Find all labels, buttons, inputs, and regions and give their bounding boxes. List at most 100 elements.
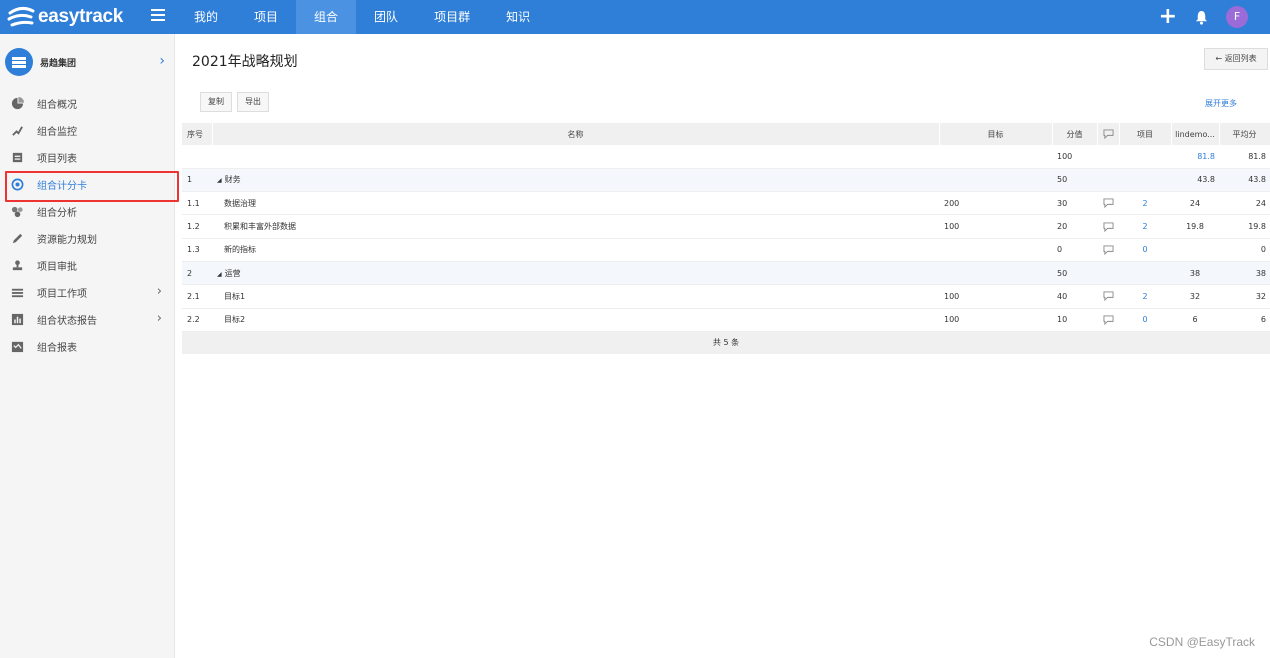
sidebar-item-portfolio-overview[interactable]: 组合概况 <box>0 90 174 117</box>
row-name: 目标1 <box>212 284 939 309</box>
col-header-target[interactable]: 目标 <box>939 123 1053 145</box>
org-switcher[interactable]: 易趋集团 › <box>0 34 174 90</box>
row-no: 2.2 <box>182 308 212 332</box>
row-target: 100 <box>939 284 1052 309</box>
comment-icon[interactable] <box>1103 221 1114 232</box>
row-target: 100 <box>939 308 1052 332</box>
collapse-triangle-icon[interactable]: ◢ <box>217 271 222 278</box>
sidebar-item-label: 组合状态报告 <box>37 316 97 327</box>
expand-more-link[interactable]: 展开更多 <box>1205 98 1237 109</box>
org-icon <box>5 48 33 76</box>
org-name: 易趋集团 <box>40 58 77 69</box>
row-target <box>939 168 1052 193</box>
row-lindemo: 6 <box>1171 308 1219 332</box>
col-header-avg[interactable]: 平均分 <box>1219 123 1270 145</box>
sidebar-item-resource-planning[interactable]: 资源能力规划 <box>0 225 174 252</box>
col-header-name[interactable]: 名称 <box>212 123 940 145</box>
row-avg: 6 <box>1219 308 1270 332</box>
user-avatar[interactable]: F <box>1226 6 1248 28</box>
col-header-no[interactable]: 序号 <box>182 123 213 145</box>
nav-portfolio[interactable]: 组合 <box>296 0 357 34</box>
table-row[interactable]: 1.2 积累和丰富外部数据 100 20 2 19.8 19.8 <box>182 214 1270 239</box>
sidebar-item-project-approval[interactable]: 项目审批 <box>0 252 174 279</box>
row-lindemo: 32 <box>1171 284 1219 309</box>
sidebar-item-portfolio-scorecard[interactable]: 组合计分卡 <box>0 171 179 202</box>
row-projects[interactable] <box>1119 261 1171 286</box>
sidebar-item-portfolio-analysis[interactable]: 组合分析 <box>0 198 174 225</box>
chevron-right-icon: › <box>156 284 162 299</box>
sidebar: 易趋集团 › 组合概况 组合监控 项目列表 组合计分卡 组合分析 资源能力规划 … <box>0 34 179 658</box>
row-count-label: 共 5 条 <box>182 331 1270 354</box>
top-bar: easytrack 我的 项目 组合 团队 项目群 知识 + F <box>0 0 1270 34</box>
row-score: 0 <box>1052 238 1097 262</box>
row-no: 1.3 <box>182 238 212 262</box>
back-to-list-label: 返回列表 <box>1224 54 1257 63</box>
chevron-right-icon[interactable]: › <box>159 53 165 69</box>
row-avg: 38 <box>1219 261 1270 286</box>
sidebar-item-label: 组合计分卡 <box>37 181 87 192</box>
workitem-icon <box>11 286 24 299</box>
nav-knowledge[interactable]: 知识 <box>488 0 548 34</box>
col-header-score[interactable]: 分值 <box>1052 123 1098 145</box>
add-icon[interactable]: + <box>1159 6 1177 28</box>
sidebar-item-project-list[interactable]: 项目列表 <box>0 144 174 171</box>
row-score: 20 <box>1052 214 1097 239</box>
total-row: 100 81.8 81.8 <box>182 145 1270 169</box>
nav-team[interactable]: 团队 <box>356 0 416 34</box>
comment-icon[interactable] <box>1103 315 1114 325</box>
row-no: 1 <box>182 168 212 193</box>
table-row[interactable]: 2.2 目标2 100 10 0 6 6 <box>182 308 1270 332</box>
nav-mine[interactable]: 我的 <box>176 0 236 34</box>
sidebar-item-project-workitems[interactable]: 项目工作项 › <box>0 279 174 306</box>
top-right-actions: + F <box>1159 0 1248 34</box>
logo-icon <box>7 6 35 27</box>
copy-button[interactable]: 复制 <box>200 92 232 112</box>
easytrack-logo[interactable]: easytrack <box>6 4 123 30</box>
back-to-list-button[interactable]: ← 返回列表 <box>1204 48 1268 70</box>
nav-program[interactable]: 项目群 <box>416 0 488 34</box>
row-name: 目标2 <box>212 308 939 332</box>
row-score: 30 <box>1052 191 1097 216</box>
col-header-comment[interactable] <box>1097 123 1120 145</box>
bell-icon[interactable] <box>1194 10 1209 25</box>
nav-projects[interactable]: 项目 <box>236 0 296 34</box>
sidebar-item-status-report[interactable]: 组合状态报告 › <box>0 306 174 333</box>
row-target: 100 <box>939 214 1052 239</box>
comment-icon[interactable] <box>1103 245 1114 255</box>
sidebar-item-label: 资源能力规划 <box>37 235 97 246</box>
row-name: 新的指标 <box>212 238 939 262</box>
collapse-triangle-icon[interactable]: ◢ <box>217 177 222 184</box>
row-projects[interactable]: 2 <box>1119 284 1171 309</box>
row-score: 50 <box>1052 168 1097 193</box>
row-projects[interactable]: 0 <box>1119 238 1171 262</box>
page-title: 2021年战略规划 <box>192 54 298 70</box>
table-row[interactable]: 1 ◢ 财务 50 43.8 43.8 <box>182 168 1270 193</box>
table-row[interactable]: 2.1 目标1 100 40 2 32 32 <box>182 284 1270 309</box>
row-projects[interactable]: 0 <box>1119 308 1171 332</box>
row-avg: 0 <box>1219 238 1270 262</box>
row-projects[interactable]: 2 <box>1119 214 1171 239</box>
comment-icon[interactable] <box>1103 291 1114 302</box>
col-header-lindemo[interactable]: lindemo... <box>1171 123 1220 145</box>
hamburger-menu-icon[interactable] <box>151 9 165 23</box>
row-name: 财务 <box>224 175 241 185</box>
row-projects[interactable]: 2 <box>1119 191 1171 216</box>
table-row[interactable]: 1.3 新的指标 0 0 0 <box>182 238 1270 262</box>
sidebar-item-portfolio-reports[interactable]: 组合报表 <box>0 333 174 360</box>
action-buttons: 复制 导出 <box>200 92 269 112</box>
col-header-projects[interactable]: 项目 <box>1119 123 1172 145</box>
row-score: 10 <box>1052 308 1097 332</box>
table-row[interactable]: 1.1 数据治理 200 30 2 24 24 <box>182 191 1270 216</box>
stamp-icon <box>11 259 24 272</box>
sidebar-item-portfolio-monitor[interactable]: 组合监控 <box>0 117 174 144</box>
total-lindemo[interactable]: 81.8 <box>1171 145 1219 169</box>
pie-chart-icon <box>11 97 24 110</box>
row-lindemo: 24 <box>1171 191 1219 216</box>
export-button[interactable]: 导出 <box>237 92 269 112</box>
arrow-left-icon: ← <box>1215 54 1223 63</box>
comment-icon[interactable] <box>1103 198 1114 209</box>
row-projects[interactable] <box>1119 168 1171 193</box>
sidebar-item-label: 组合分析 <box>37 208 77 219</box>
table-row[interactable]: 2 ◢ 运营 50 38 38 <box>182 261 1270 286</box>
chevron-right-icon: › <box>156 311 162 326</box>
